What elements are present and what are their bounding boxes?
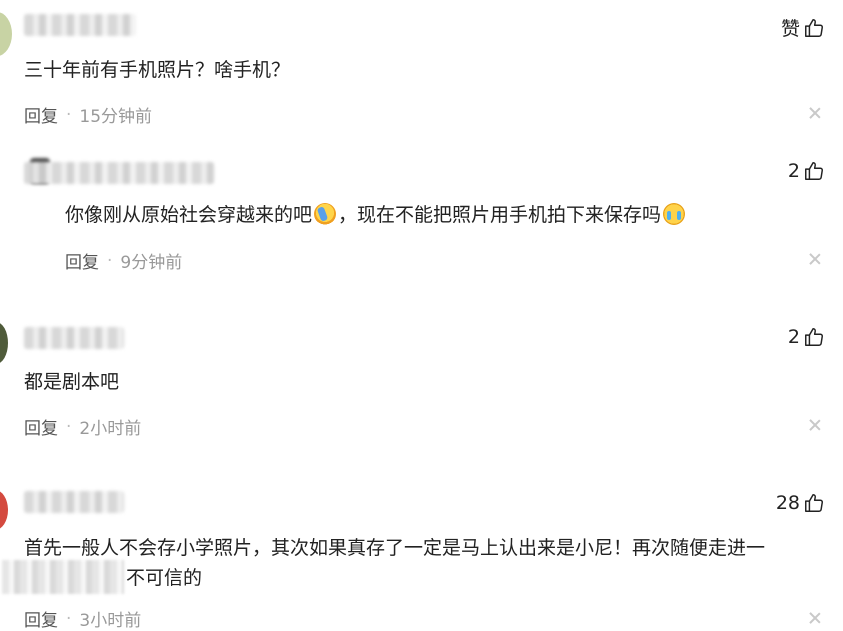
separator-dot: · — [66, 416, 72, 437]
username-blurred[interactable] — [24, 491, 124, 513]
reply-button[interactable]: 回复 — [24, 102, 58, 127]
timestamp: 9分钟前 — [120, 253, 183, 273]
timestamp: 3小时前 — [79, 611, 142, 631]
like-count: 2 — [787, 326, 800, 348]
comment-text: 你像刚从原始社会穿越来的吧 ，现在不能把照片用手机拍下来保存吗 — [65, 200, 687, 230]
like-button[interactable]: 28 — [776, 492, 825, 514]
comment-text-line: 不可信的 — [126, 567, 203, 589]
avatar[interactable] — [0, 12, 12, 56]
like-button[interactable]: 2 — [788, 326, 825, 348]
comment-text: 三十年前有手机照片？啥手机？ — [24, 59, 291, 81]
thumbs-up-icon — [805, 494, 823, 512]
reply-button[interactable]: 回复 — [24, 606, 58, 631]
username-blurred[interactable] — [24, 327, 124, 349]
avatar[interactable] — [0, 490, 8, 530]
like-count: 赞 — [780, 18, 800, 40]
comment-text-part: 你像刚从原始社会穿越来的吧 — [65, 204, 313, 226]
comment-meta: 回复 · 2小时前 — [24, 414, 142, 440]
thumbs-up-icon — [805, 328, 823, 346]
like-button[interactable]: 2 — [788, 160, 825, 182]
thumbs-up-icon — [805, 162, 823, 180]
like-count: 28 — [775, 492, 800, 514]
comment-meta: 回复 · 3小时前 — [24, 606, 141, 631]
comment-text-line: 首先一般人不会存小学照片，其次如果真存了一定是马上认出来是小尼！再次随便走进一 — [24, 537, 766, 559]
party-emoji-icon — [314, 203, 337, 225]
comment-text-part: ，现在不能把照片用手机拍下来保存吗 — [338, 204, 662, 226]
username-blurred[interactable] — [24, 162, 214, 184]
separator-dot: · — [66, 608, 72, 629]
thumbs-up-icon — [805, 18, 823, 37]
crying-emoji-icon — [663, 203, 686, 225]
reply-button[interactable]: 回复 — [65, 248, 99, 273]
comment-text: 都是剧本吧 — [24, 371, 120, 393]
avatar[interactable] — [0, 322, 8, 364]
timestamp: 2小时前 — [79, 419, 142, 439]
comment-meta: 回复 · 9分钟前 — [65, 248, 183, 274]
blurred-overlay — [2, 560, 124, 594]
reply-button[interactable]: 回复 — [24, 414, 58, 439]
close-icon[interactable] — [809, 107, 821, 119]
close-icon[interactable] — [809, 253, 821, 265]
close-icon[interactable] — [809, 419, 821, 431]
separator-dot: · — [66, 104, 72, 125]
close-icon[interactable] — [809, 612, 821, 624]
timestamp: 15分钟前 — [79, 107, 153, 127]
separator-dot: · — [107, 250, 113, 271]
username-blurred[interactable] — [24, 14, 136, 36]
comment-meta: 回复 · 15分钟前 — [24, 102, 153, 128]
like-count: 2 — [787, 160, 800, 182]
like-button[interactable]: 赞 — [781, 14, 825, 41]
